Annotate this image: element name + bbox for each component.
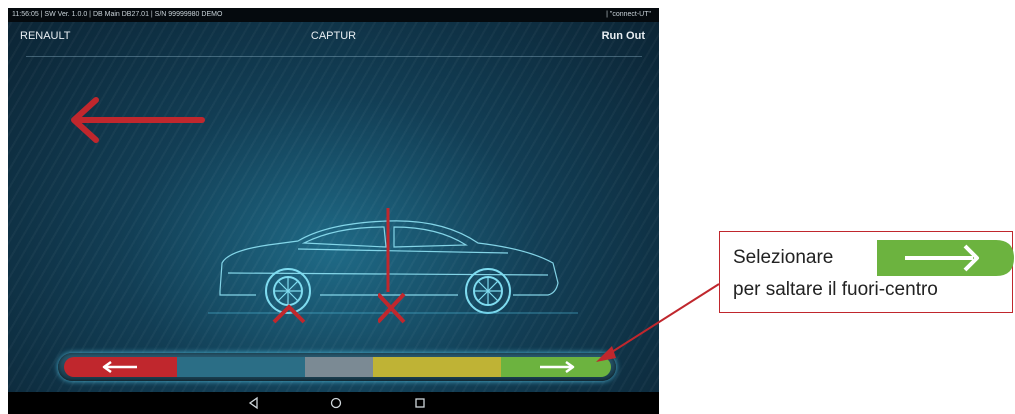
header-divider xyxy=(26,56,642,57)
callout-line-skip-runout: per saltare il fuori-centro xyxy=(733,279,938,300)
instruction-callout: Selezionare per saltare il fuori-centro xyxy=(719,231,1014,313)
next-button-illustration xyxy=(877,240,1014,276)
callout-line-select: Selezionare xyxy=(733,247,834,268)
back-icon[interactable] xyxy=(246,395,262,411)
sensor-position-marker-icon xyxy=(378,208,406,324)
status-connection: | "connect-UT" xyxy=(606,11,651,18)
action-slot-yellow[interactable] xyxy=(373,357,501,377)
vehicle-model: CAPTUR xyxy=(310,30,357,42)
skip-runout-button[interactable] xyxy=(501,357,611,377)
android-nav-bar xyxy=(8,392,659,414)
home-icon[interactable] xyxy=(328,395,344,411)
arrow-right-icon xyxy=(540,360,575,374)
status-bar: 11:56:05 | SW Ver. 1.0.0 | DB Main DB27.… xyxy=(8,8,659,22)
vehicle-header: RENAULT CAPTUR Run Out xyxy=(8,30,659,50)
recents-icon[interactable] xyxy=(412,395,428,411)
status-info: 11:56:05 | SW Ver. 1.0.0 | DB Main DB27.… xyxy=(12,11,223,18)
rotate-direction-arrow-icon xyxy=(71,97,205,143)
arrow-left-icon xyxy=(102,360,137,374)
back-button[interactable] xyxy=(64,357,177,377)
procedure-title: Run Out xyxy=(601,30,645,42)
action-bar xyxy=(58,353,616,381)
action-slot-gray[interactable] xyxy=(305,357,373,377)
action-slot-blue[interactable] xyxy=(177,357,305,377)
tablet-screen: 11:56:05 | SW Ver. 1.0.0 | DB Main DB27.… xyxy=(8,8,659,414)
wheel-position-chevron-icon xyxy=(272,304,306,324)
